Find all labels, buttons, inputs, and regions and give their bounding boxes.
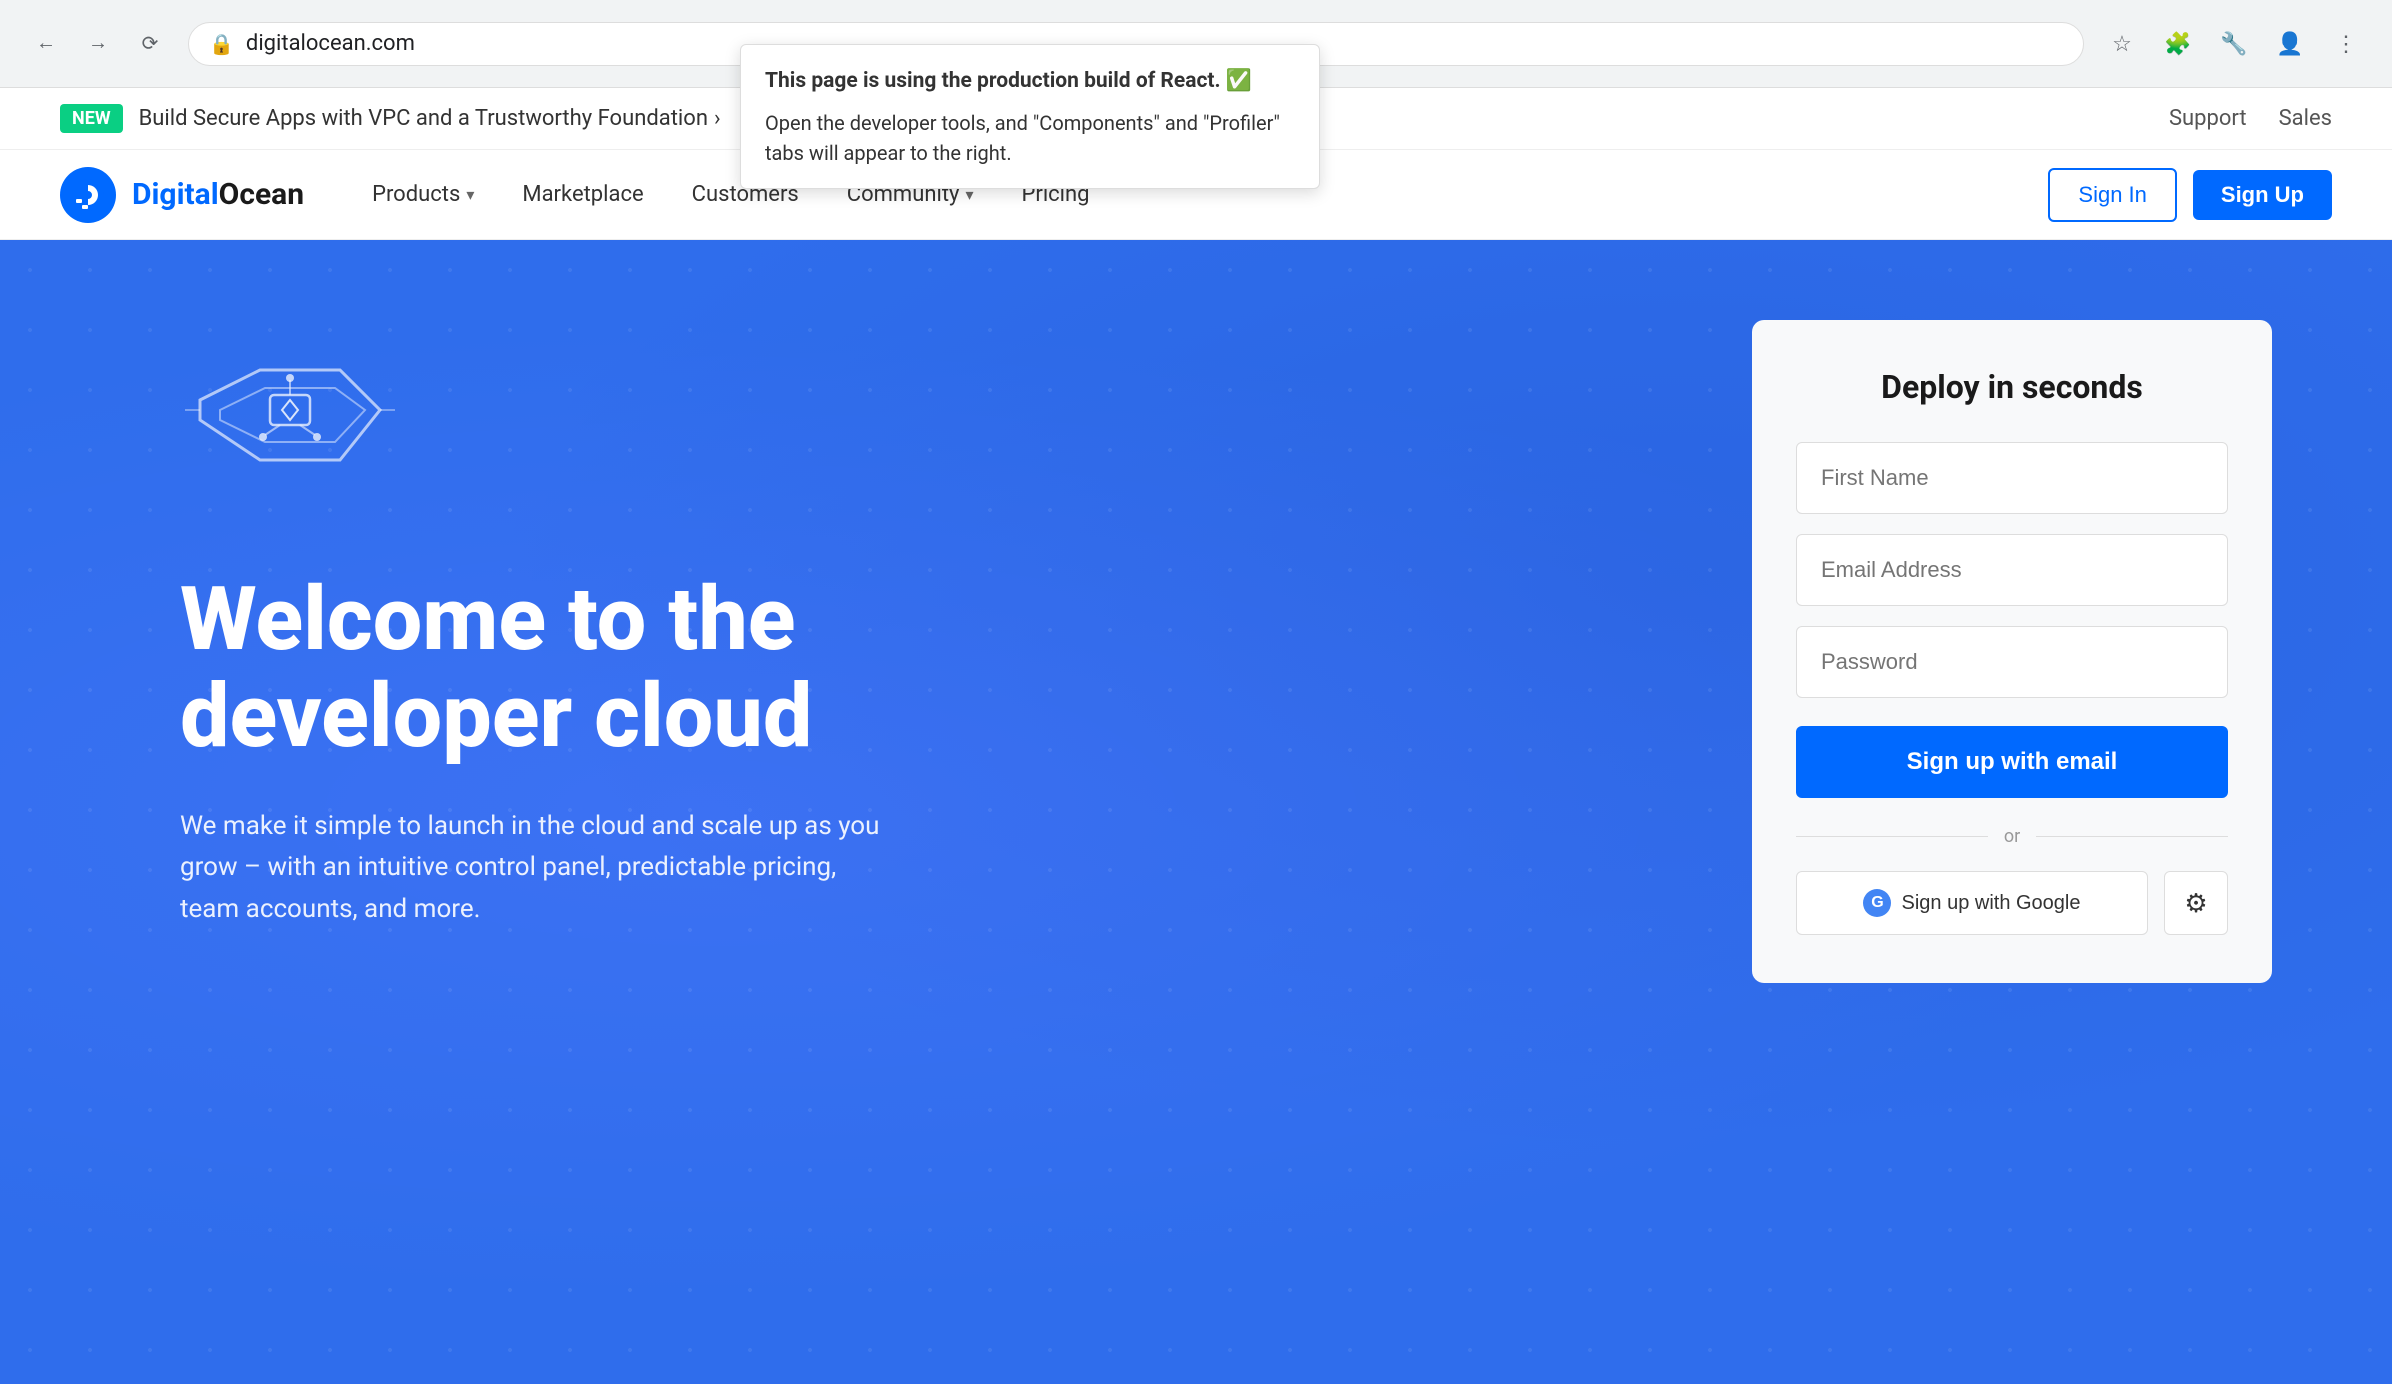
- extensions-button[interactable]: 🔧: [2212, 22, 2256, 66]
- email-field: [1796, 534, 2228, 606]
- email-input[interactable]: [1796, 534, 2228, 606]
- url-text: digitalocean.com: [246, 31, 415, 56]
- signup-card: Deploy in seconds Sign up with email or …: [1752, 320, 2272, 983]
- google-btn-text: Sign up with Google: [1901, 892, 2080, 915]
- password-input[interactable]: [1796, 626, 2228, 698]
- signup-divider: or: [1796, 826, 2228, 847]
- tooltip-body: Open the developer tools, and "Component…: [765, 108, 1295, 168]
- banner-arrow-icon: ›: [714, 106, 721, 131]
- tooltip-title: This page is using the production build …: [765, 65, 1295, 98]
- sign-up-button[interactable]: Sign Up: [2193, 170, 2332, 220]
- nav-products[interactable]: Products ▾: [352, 174, 494, 215]
- github-icon: ⚙: [2184, 888, 2207, 919]
- lock-icon: 🔒: [209, 32, 234, 56]
- divider-text: or: [2004, 826, 2020, 847]
- password-field: [1796, 626, 2228, 698]
- divider-line-left: [1796, 836, 1988, 837]
- extension-button[interactable]: 🧩: [2156, 22, 2200, 66]
- profile-button[interactable]: 👤: [2268, 22, 2312, 66]
- forward-button[interactable]: →: [76, 22, 120, 66]
- products-chevron-icon: ▾: [466, 185, 474, 204]
- google-signup-button[interactable]: G Sign up with Google: [1796, 871, 2148, 935]
- google-icon: G: [1863, 889, 1891, 917]
- signup-card-title: Deploy in seconds: [1796, 368, 2228, 406]
- first-name-field: [1796, 442, 2228, 514]
- react-tooltip: This page is using the production build …: [740, 44, 1320, 189]
- signup-email-button[interactable]: Sign up with email: [1796, 726, 2228, 798]
- bookmark-button[interactable]: ☆: [2100, 22, 2144, 66]
- divider-line-right: [2036, 836, 2228, 837]
- support-link[interactable]: Support: [2169, 106, 2247, 131]
- hero-graphic: [180, 360, 1672, 524]
- sign-in-button[interactable]: Sign In: [2048, 168, 2177, 222]
- hero-title: Welcome to thedeveloper cloud: [180, 572, 1672, 766]
- browser-nav-buttons: ← → ⟳: [24, 22, 172, 66]
- social-buttons: G Sign up with Google ⚙: [1796, 871, 2228, 935]
- github-signup-button[interactable]: ⚙: [2164, 871, 2228, 935]
- hero-section: Welcome to thedeveloper cloud We make it…: [0, 240, 2392, 1384]
- hero-subtitle: We make it simple to launch in the cloud…: [180, 806, 880, 931]
- nav-marketplace[interactable]: Marketplace: [502, 174, 663, 215]
- header-actions: Sign In Sign Up: [2048, 168, 2332, 222]
- sales-link[interactable]: Sales: [2279, 106, 2332, 131]
- new-badge: NEW: [60, 104, 123, 133]
- browser-actions: ☆ 🧩 🔧 👤 ⋮: [2100, 22, 2368, 66]
- banner-text[interactable]: Build Secure Apps with VPC and a Trustwo…: [139, 106, 721, 131]
- logo-icon: [60, 167, 116, 223]
- back-button[interactable]: ←: [24, 22, 68, 66]
- menu-button[interactable]: ⋮: [2324, 22, 2368, 66]
- hero-left: Welcome to thedeveloper cloud We make it…: [180, 320, 1672, 930]
- refresh-button[interactable]: ⟳: [128, 22, 172, 66]
- logo[interactable]: DigitalOcean: [60, 167, 304, 223]
- website: NEW Build Secure Apps with VPC and a Tru…: [0, 88, 2392, 1384]
- banner-right-links: Support Sales: [2169, 106, 2332, 131]
- logo-text: DigitalOcean: [132, 177, 304, 212]
- first-name-input[interactable]: [1796, 442, 2228, 514]
